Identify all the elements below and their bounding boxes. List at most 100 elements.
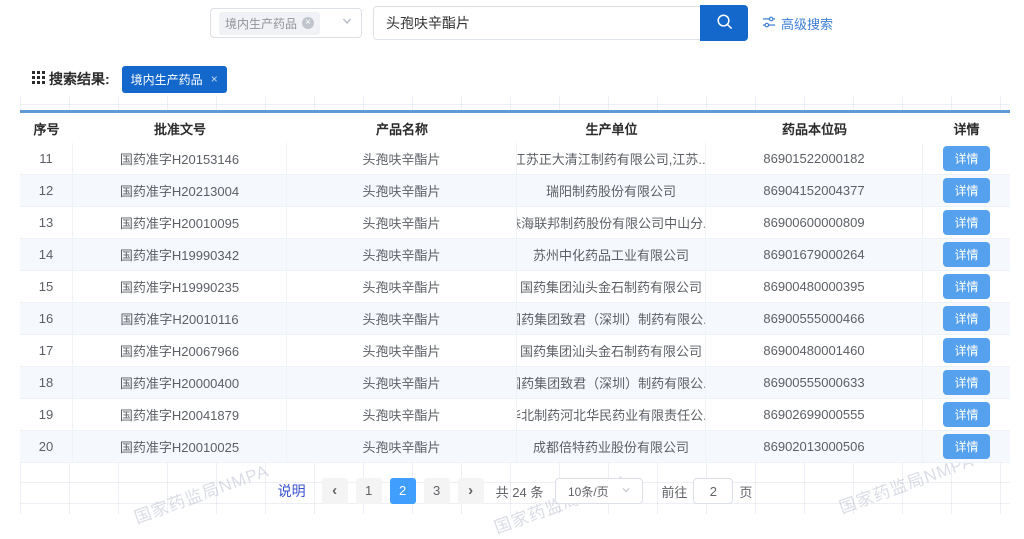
cell-code: 86900555000633 (706, 367, 923, 398)
cell-approval: 国药准字H20153146 (73, 143, 287, 174)
cell-approval: 国药准字H20010116 (73, 303, 287, 334)
cell-product: 头孢呋辛酯片 (287, 271, 517, 302)
cell-manufacturer: 华北制药河北华民药业有限责任公... (517, 399, 706, 430)
cell-approval: 国药准字H20041879 (73, 399, 287, 430)
cell-product: 头孢呋辛酯片 (287, 143, 517, 174)
detail-button[interactable]: 详情 (943, 210, 989, 235)
detail-button[interactable]: 详情 (943, 146, 989, 171)
column-header-no: 序号 (20, 113, 73, 143)
table-row: 19 国药准字H20041879 头孢呋辛酯片 华北制药河北华民药业有限责任公.… (20, 399, 1010, 431)
column-header-product: 产品名称 (287, 113, 517, 143)
table-row: 20 国药准字H20010025 头孢呋辛酯片 成都倍特药业股份有限公司 869… (20, 431, 1010, 463)
note-link[interactable]: 说明 (278, 481, 306, 501)
detail-button[interactable]: 详情 (943, 178, 989, 203)
cell-code: 86901679000264 (706, 239, 923, 270)
search-bar: 境内生产药品 × 高级搜索 (210, 5, 833, 41)
cell-no: 19 (20, 399, 73, 430)
cell-product: 头孢呋辛酯片 (287, 335, 517, 366)
cell-approval: 国药准字H20010095 (73, 207, 287, 238)
cell-manufacturer: 国药集团致君（深圳）制药有限公... (517, 367, 706, 398)
chevron-down-icon (621, 484, 631, 498)
page-size-value: 10条/页 (568, 483, 609, 500)
advanced-search-label: 高级搜索 (781, 14, 833, 33)
table-header-row: 序号 批准文号 产品名称 生产单位 药品本位码 详情 (20, 113, 1010, 143)
cell-approval: 国药准字H20010025 (73, 431, 287, 462)
cell-product: 头孢呋辛酯片 (287, 207, 517, 238)
cell-code: 86900480001460 (706, 335, 923, 366)
cell-code: 86900555000466 (706, 303, 923, 334)
cell-code: 86904152004377 (706, 175, 923, 206)
cell-manufacturer: 国药集团汕头金石制药有限公司 (517, 335, 706, 366)
search-button[interactable] (700, 5, 748, 41)
table-row: 17 国药准字H20067966 头孢呋辛酯片 国药集团汕头金石制药有限公司 8… (20, 335, 1010, 367)
cell-manufacturer: 国药集团汕头金石制药有限公司 (517, 271, 706, 302)
cell-no: 18 (20, 367, 73, 398)
pagination: 说明 ‹ 1 2 3 › 共 24 条 10条/页 前往 页 (20, 478, 1010, 504)
circle-x-icon[interactable]: × (302, 17, 314, 29)
chevron-down-icon (341, 14, 353, 32)
cell-manufacturer: 江苏正大清江制药有限公司,江苏... (517, 143, 706, 174)
detail-button[interactable]: 详情 (943, 370, 989, 395)
detail-button[interactable]: 详情 (943, 242, 989, 267)
cell-no: 13 (20, 207, 73, 238)
cell-approval: 国药准字H19990235 (73, 271, 287, 302)
cell-code: 86900480000395 (706, 271, 923, 302)
close-icon[interactable]: × (211, 72, 218, 86)
advanced-search-link[interactable]: 高级搜索 (762, 14, 833, 33)
sliders-icon (762, 15, 776, 32)
detail-button[interactable]: 详情 (943, 274, 989, 299)
cell-approval: 国药准字H20213004 (73, 175, 287, 206)
search-input[interactable] (373, 6, 700, 40)
cell-approval: 国药准字H20000400 (73, 367, 287, 398)
page-button-2-active[interactable]: 2 (390, 478, 416, 504)
cell-product: 头孢呋辛酯片 (287, 303, 517, 334)
cell-no: 15 (20, 271, 73, 302)
cell-no: 20 (20, 431, 73, 462)
page-button-3[interactable]: 3 (424, 478, 450, 504)
result-filter-tag: 境内生产药品 × (122, 66, 227, 93)
column-header-approval: 批准文号 (73, 113, 287, 143)
detail-button[interactable]: 详情 (943, 306, 989, 331)
cell-approval: 国药准字H20067966 (73, 335, 287, 366)
column-header-code: 药品本位码 (706, 113, 923, 143)
detail-button[interactable]: 详情 (943, 434, 989, 459)
grid-icon (32, 71, 45, 87)
column-header-manufacturer: 生产单位 (517, 113, 706, 143)
results-label: 搜索结果: (32, 69, 110, 89)
cell-no: 17 (20, 335, 73, 366)
results-header: 搜索结果: 境内生产药品 × (20, 62, 1010, 96)
results-label-text: 搜索结果: (49, 69, 110, 89)
table-row: 14 国药准字H19990342 头孢呋辛酯片 苏州中化药品工业有限公司 869… (20, 239, 1010, 271)
table-row: 18 国药准字H20000400 头孢呋辛酯片 国药集团致君（深圳）制药有限公.… (20, 367, 1010, 399)
goto-page-input[interactable] (693, 478, 733, 504)
column-header-detail: 详情 (923, 113, 1010, 143)
cell-no: 14 (20, 239, 73, 270)
goto-prefix: 前往 (661, 482, 687, 501)
table-row: 12 国药准字H20213004 头孢呋辛酯片 瑞阳制药股份有限公司 86904… (20, 175, 1010, 207)
page-button-1[interactable]: 1 (356, 478, 382, 504)
cell-manufacturer: 苏州中化药品工业有限公司 (517, 239, 706, 270)
next-page-button[interactable]: › (458, 478, 484, 504)
goto-suffix: 页 (739, 482, 752, 501)
table-row: 15 国药准字H19990235 头孢呋辛酯片 国药集团汕头金石制药有限公司 8… (20, 271, 1010, 303)
cell-approval: 国药准字H19990342 (73, 239, 287, 270)
cell-manufacturer: 国药集团致君（深圳）制药有限公... (517, 303, 706, 334)
cell-code: 86902013000506 (706, 431, 923, 462)
cell-product: 头孢呋辛酯片 (287, 367, 517, 398)
cell-product: 头孢呋辛酯片 (287, 399, 517, 430)
cell-manufacturer: 珠海联邦制药股份有限公司中山分... (517, 207, 706, 238)
category-tag-label: 境内生产药品 (225, 15, 297, 32)
detail-button[interactable]: 详情 (943, 402, 989, 427)
cell-code: 86900600000809 (706, 207, 923, 238)
cell-manufacturer: 成都倍特药业股份有限公司 (517, 431, 706, 462)
category-tag: 境内生产药品 × (219, 12, 320, 35)
table-row: 11 国药准字H20153146 头孢呋辛酯片 江苏正大清江制药有限公司,江苏.… (20, 143, 1010, 175)
results-card: 国家药监局NMPA 国家药监局NMPA 国家药监局NMPA 搜索结果: 境内生产… (20, 62, 1010, 514)
table-row: 16 国药准字H20010116 头孢呋辛酯片 国药集团致君（深圳）制药有限公.… (20, 303, 1010, 335)
prev-page-button[interactable]: ‹ (322, 478, 348, 504)
category-select[interactable]: 境内生产药品 × (210, 8, 362, 38)
detail-button[interactable]: 详情 (943, 338, 989, 363)
cell-code: 86901522000182 (706, 143, 923, 174)
page-size-select[interactable]: 10条/页 (555, 478, 643, 504)
cell-no: 12 (20, 175, 73, 206)
